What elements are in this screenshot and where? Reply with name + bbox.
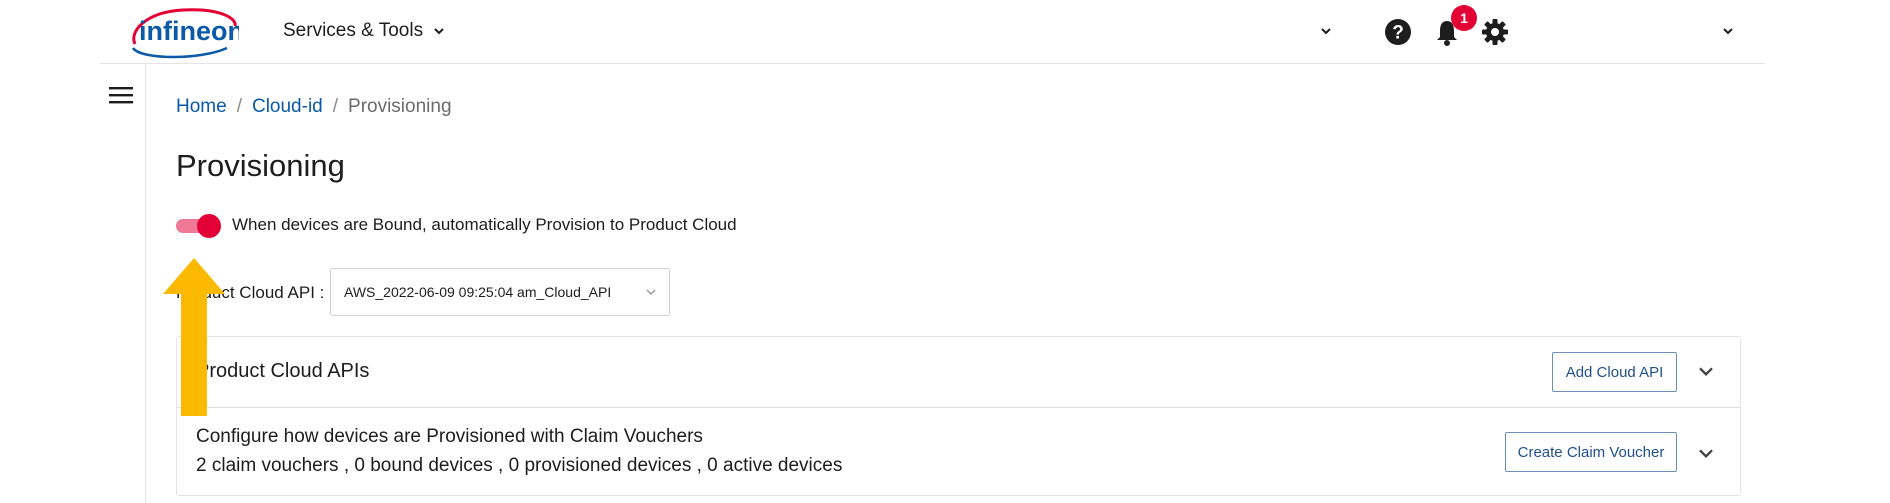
chevron-down-icon[interactable] bbox=[1722, 25, 1734, 37]
svg-text:?: ? bbox=[1392, 23, 1404, 44]
chevron-down-icon[interactable] bbox=[1320, 25, 1332, 37]
logo-wordmark: infineon bbox=[139, 16, 239, 46]
breadcrumb-home-link[interactable]: Home bbox=[176, 96, 227, 118]
annotation-arrow-up-icon bbox=[163, 258, 225, 416]
page-title: Provisioning bbox=[176, 148, 345, 183]
hamburger-menu-icon[interactable] bbox=[109, 86, 133, 104]
breadcrumb-current-page: Provisioning bbox=[348, 96, 452, 117]
notification-badge[interactable]: 1 bbox=[1451, 5, 1477, 31]
claim-vouchers-summary: 2 claim vouchers , 0 bound devices , 0 p… bbox=[196, 455, 843, 476]
product-cloud-api-select[interactable]: AWS_2022-06-09 09:25:04 am_Cloud_API bbox=[330, 268, 670, 316]
create-claim-voucher-button[interactable]: Create Claim Voucher bbox=[1505, 432, 1677, 472]
breadcrumb-separator: / bbox=[332, 96, 339, 117]
breadcrumb-cloud-id-link[interactable]: Cloud-id bbox=[252, 96, 323, 118]
infineon-logo[interactable]: infineon bbox=[127, 4, 239, 60]
auto-provision-toggle[interactable] bbox=[176, 214, 222, 238]
chevron-down-icon bbox=[434, 28, 444, 35]
breadcrumb-separator: / bbox=[236, 96, 242, 117]
add-cloud-api-button[interactable]: Add Cloud API bbox=[1552, 352, 1677, 392]
sidebar bbox=[100, 64, 146, 503]
chevron-down-icon[interactable] bbox=[1698, 445, 1714, 461]
product-cloud-api-selected-value: AWS_2022-06-09 09:25:04 am_Cloud_API bbox=[344, 284, 612, 300]
auto-provision-toggle-label: When devices are Bound, automatically Pr… bbox=[232, 215, 737, 234]
claim-vouchers-title[interactable]: Configure how devices are Provisioned wi… bbox=[196, 426, 703, 448]
chevron-down-icon[interactable] bbox=[1698, 363, 1714, 379]
toggle-knob bbox=[197, 214, 221, 238]
panel-divider bbox=[176, 407, 1741, 408]
gear-icon[interactable] bbox=[1481, 18, 1509, 46]
breadcrumb: Home / Cloud-id / Provisioning bbox=[176, 96, 452, 118]
services-tools-label: Services & Tools bbox=[283, 20, 424, 41]
chevron-down-icon bbox=[646, 289, 656, 296]
help-icon[interactable]: ? bbox=[1384, 18, 1412, 46]
services-tools-menu[interactable]: Services & Tools bbox=[283, 20, 445, 42]
